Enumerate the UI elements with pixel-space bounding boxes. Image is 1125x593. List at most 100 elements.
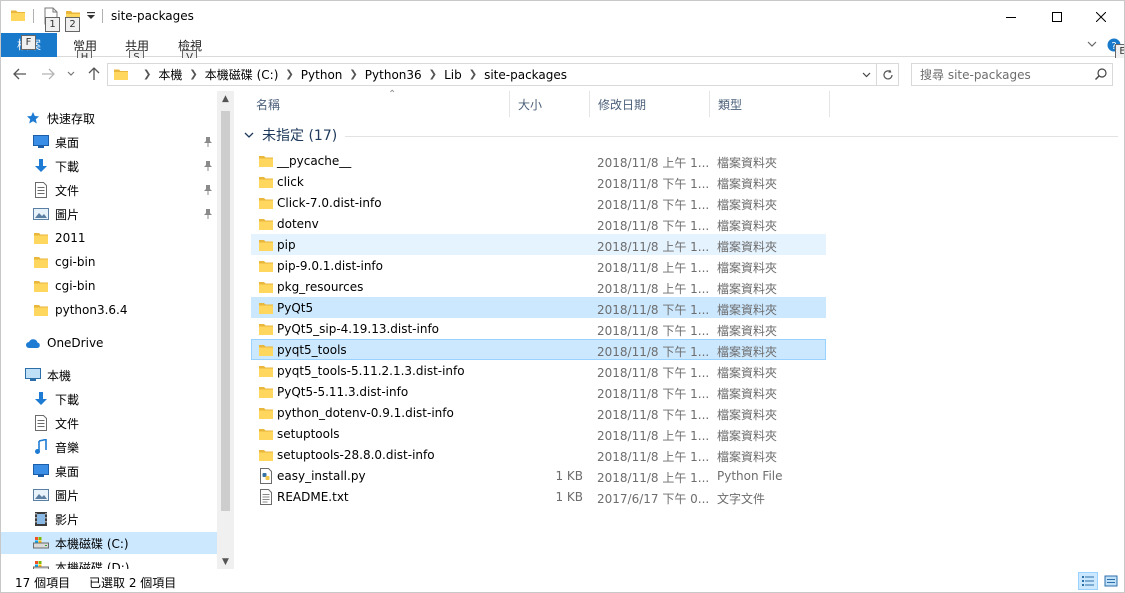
- breadcrumb-this-pc[interactable]: 本機: [156, 66, 184, 83]
- search-input[interactable]: [912, 64, 1092, 85]
- breadcrumb-site-packages[interactable]: site-packages: [482, 68, 569, 82]
- file-type: Python File: [717, 469, 783, 483]
- folder-icon: [258, 300, 274, 316]
- scroll-up-icon[interactable]: ▲: [220, 94, 231, 104]
- document-icon: [33, 415, 49, 431]
- breadcrumb-separator[interactable]: ❯: [424, 69, 442, 80]
- file-row[interactable]: dotenv 2018/11/8 下午 1... 檔案資料夾: [251, 213, 826, 234]
- breadcrumb-drive-c[interactable]: 本機磁碟 (C:): [203, 66, 281, 83]
- nav-quick-item[interactable]: 文件: [1, 179, 217, 201]
- file-row[interactable]: setuptools 2018/11/8 上午 1... 檔案資料夾: [251, 423, 826, 444]
- file-row[interactable]: Click-7.0.dist-info 2018/11/8 下午 1... 檔案資料…: [251, 192, 826, 213]
- nav-pc-item[interactable]: 音樂: [1, 436, 217, 458]
- folder-icon: [11, 10, 25, 21]
- file-size: 1 KB: [555, 469, 583, 483]
- nav-quick-item[interactable]: cgi-bin: [1, 251, 217, 273]
- file-row[interactable]: PyQt5_sip-4.19.13.dist-info 2018/11/8 下午 …: [251, 318, 826, 339]
- breadcrumb-separator[interactable]: ❯: [344, 69, 362, 80]
- back-button[interactable]: [11, 64, 29, 84]
- file-row[interactable]: pkg_resources 2018/11/8 上午 1... 檔案資料夾: [251, 276, 826, 297]
- search-box[interactable]: [911, 63, 1113, 86]
- breadcrumb-python36[interactable]: Python36: [363, 68, 424, 82]
- folder-icon: [258, 426, 274, 442]
- nav-pc-item[interactable]: 文件: [1, 412, 217, 434]
- scrollbar-thumb[interactable]: [221, 111, 230, 511]
- expand-ribbon-icon[interactable]: [1087, 40, 1097, 48]
- nav-quick-item[interactable]: 2011: [1, 227, 217, 249]
- file-row[interactable]: pip 2018/11/8 上午 1... 檔案資料夾: [251, 234, 826, 255]
- refresh-button[interactable]: [876, 64, 898, 85]
- file-row[interactable]: PyQt5-5.11.3.dist-info 2018/11/8 下午 1... 檔…: [251, 381, 826, 402]
- minimize-button[interactable]: [988, 1, 1034, 32]
- breadcrumb: ❯ 本機 ❯ 本機磁碟 (C:) ❯ Python ❯ Python36 ❯ L…: [138, 64, 569, 85]
- file-row[interactable]: __pycache__ 2018/11/8 上午 1... 檔案資料夾: [251, 150, 826, 171]
- nav-pc-item[interactable]: 圖片: [1, 484, 217, 506]
- file-type: 檔案資料夾: [717, 429, 778, 443]
- folder-icon: [33, 254, 49, 270]
- recent-locations-button[interactable]: [65, 64, 77, 84]
- address-history-button[interactable]: [858, 64, 874, 85]
- column-header-date[interactable]: 修改日期: [590, 91, 710, 117]
- nav-onedrive[interactable]: OneDrive: [1, 332, 217, 354]
- drive-icon: [33, 535, 49, 551]
- nav-label: 本機: [47, 368, 72, 383]
- close-button[interactable]: [1078, 1, 1124, 32]
- file-row[interactable]: click 2018/11/8 下午 1... 檔案資料夾: [251, 171, 826, 192]
- nav-quick-item[interactable]: cgi-bin: [1, 275, 217, 297]
- forward-button[interactable]: [39, 64, 57, 84]
- file-name: python_dotenv-0.9.1.dist-info: [277, 406, 454, 420]
- search-icon[interactable]: [1094, 67, 1108, 81]
- file-name: pyqt5_tools: [277, 343, 347, 357]
- folder-icon: [258, 216, 274, 232]
- nav-scrollbar[interactable]: ▲ ▼: [217, 91, 234, 569]
- nav-quick-access[interactable]: 快速存取: [1, 107, 217, 129]
- nav-pc-item[interactable]: 下載: [1, 388, 217, 410]
- breadcrumb-separator[interactable]: ❯: [464, 69, 482, 80]
- breadcrumb-separator[interactable]: ❯: [184, 69, 202, 80]
- column-header-name[interactable]: 名稱 ⌃: [248, 89, 510, 117]
- nav-pc-item[interactable]: 桌面: [1, 460, 217, 482]
- address-bar[interactable]: ❯ 本機 ❯ 本機磁碟 (C:) ❯ Python ❯ Python36 ❯ L…: [107, 63, 899, 86]
- close-icon: [1096, 11, 1106, 22]
- column-header-size[interactable]: 大小: [510, 91, 590, 117]
- maximize-button[interactable]: [1034, 1, 1080, 32]
- nav-quick-item[interactable]: 下載: [1, 155, 217, 177]
- nav-pc-item[interactable]: 影片: [1, 508, 217, 530]
- breadcrumb-lib[interactable]: Lib: [442, 68, 464, 82]
- separator: [33, 9, 34, 23]
- download-icon: [33, 158, 49, 174]
- column-label: 修改日期: [598, 97, 647, 112]
- file-row[interactable]: pyqt5_tools-5.11.2.1.3.dist-info 2018/11/…: [251, 360, 826, 381]
- file-type: 檔案資料夾: [717, 240, 778, 254]
- breadcrumb-python[interactable]: Python: [299, 68, 345, 82]
- file-row[interactable]: README.txt 1 KB 2017/6/17 下午 0... 文字文件: [251, 486, 826, 507]
- folder-icon: [258, 258, 274, 274]
- breadcrumb-separator[interactable]: ❯: [280, 69, 298, 80]
- file-row[interactable]: easy_install.py 1 KB 2018/11/8 上午 1... Pyth…: [251, 465, 826, 486]
- file-type: 檔案資料夾: [717, 345, 778, 359]
- details-view-button[interactable]: [1078, 572, 1098, 590]
- nav-pc-item[interactable]: 本機磁碟 (C:): [1, 532, 217, 554]
- file-row[interactable]: setuptools-28.8.0.dist-info 2018/11/8 上午 …: [251, 444, 826, 465]
- column-header-type[interactable]: 類型: [710, 91, 830, 117]
- window-title: site-packages: [111, 9, 194, 23]
- file-date: 2018/11/8 上午 1...: [597, 450, 710, 464]
- group-header[interactable]: 未指定 (17): [242, 125, 1118, 145]
- nav-quick-item[interactable]: python3.6.4: [1, 299, 217, 321]
- title-bar: 1 2 site-packages: [1, 1, 1124, 33]
- customize-toolbar-icon[interactable]: [85, 7, 97, 25]
- navigation-pane: 快速存取 桌面 下載 文件 圖片 2011 cgi-bin cgi-bin python3.6…: [1, 91, 234, 569]
- file-row[interactable]: python_dotenv-0.9.1.dist-info 2018/11/8 下…: [251, 402, 826, 423]
- file-row[interactable]: pyqt5_tools 2018/11/8 下午 1... 檔案資料夾: [251, 339, 826, 360]
- nav-pc-item[interactable]: 本機磁碟 (D:): [1, 556, 217, 569]
- up-button[interactable]: [85, 64, 103, 84]
- scroll-down-icon[interactable]: ▼: [220, 557, 231, 567]
- breadcrumb-separator[interactable]: ❯: [138, 69, 156, 80]
- file-date: 2018/11/8 上午 1...: [597, 282, 710, 296]
- nav-this-pc[interactable]: 本機: [1, 364, 217, 386]
- nav-quick-item[interactable]: 圖片: [1, 203, 217, 225]
- large-icons-view-button[interactable]: [1101, 572, 1121, 590]
- file-row[interactable]: pip-9.0.1.dist-info 2018/11/8 上午 1... 檔案資料…: [251, 255, 826, 276]
- nav-quick-item[interactable]: 桌面: [1, 131, 217, 153]
- file-row[interactable]: PyQt5 2018/11/8 下午 1... 檔案資料夾: [251, 297, 826, 318]
